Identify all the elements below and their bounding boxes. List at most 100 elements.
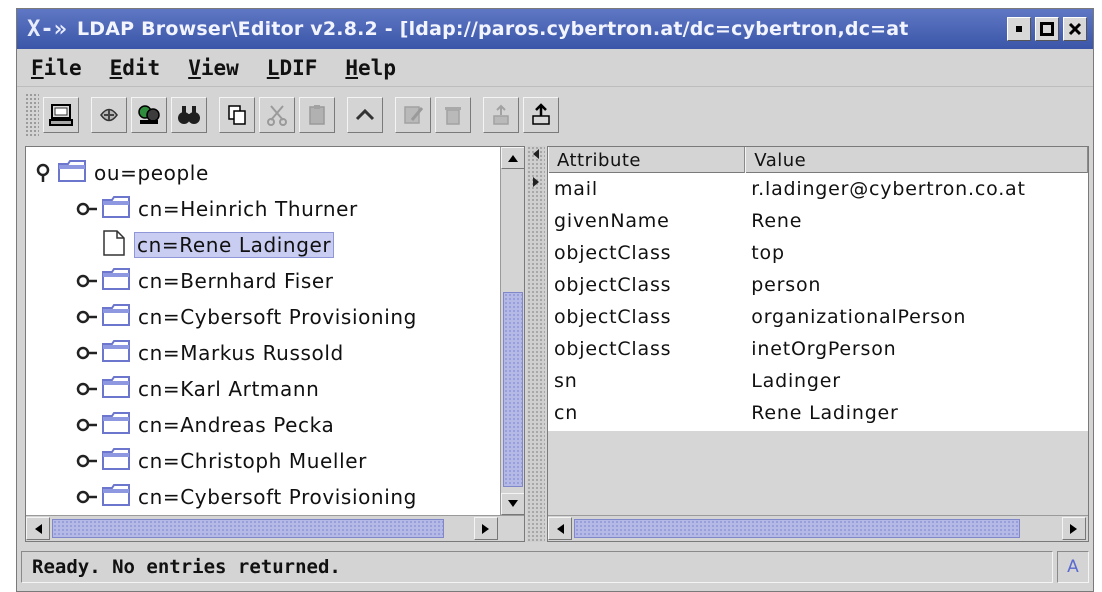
scroll-right-button[interactable]: [1062, 517, 1086, 540]
collapse-right-icon[interactable]: [531, 176, 541, 188]
collapsed-handle-icon[interactable]: [76, 306, 98, 328]
delete-icon: [445, 107, 461, 125]
value-cell: organizationalPerson: [751, 306, 967, 328]
close-icon: [1068, 22, 1082, 36]
arrow-up-icon: [508, 155, 518, 162]
attribute-cell: givenName: [554, 210, 670, 232]
copy-button[interactable]: [219, 97, 255, 133]
connect-button[interactable]: [43, 97, 79, 133]
attribute-cell: objectClass: [554, 274, 672, 296]
menu-file[interactable]: File: [31, 56, 82, 80]
status-mode-indicator: A: [1057, 551, 1089, 583]
folder-icon: [102, 195, 130, 223]
scroll-up-button[interactable]: [501, 147, 524, 169]
table-horizontal-scrollbar[interactable]: [548, 515, 1088, 541]
tree-label: cn=Cybersoft Provisioning: [138, 305, 417, 329]
menu-view[interactable]: View: [188, 56, 239, 80]
add-entry-button[interactable]: [483, 97, 519, 133]
collapse-left-icon[interactable]: [531, 148, 541, 160]
attributes-pane: Attribute Value mail r.ladinger@cybertro…: [547, 146, 1089, 542]
tree-label: cn=Heinrich Thurner: [138, 197, 358, 221]
collapsed-handle-icon[interactable]: [76, 450, 98, 472]
tree-item[interactable]: cn=Cybersoft Provisioning: [76, 479, 417, 515]
menu-ldif[interactable]: LDIF: [267, 56, 318, 80]
table-row[interactable]: givenName Rene: [548, 205, 1088, 237]
attribute-cell: objectClass: [554, 338, 672, 360]
tree-item[interactable]: cn=Christoph Mueller: [76, 443, 367, 479]
table-row[interactable]: objectClass top: [548, 237, 1088, 269]
scroll-right-button[interactable]: [474, 517, 498, 540]
collapsed-handle-icon[interactable]: [76, 378, 98, 400]
tree-item[interactable]: cn=Markus Russold: [76, 335, 344, 371]
table-row[interactable]: objectClass inetOrgPerson: [548, 333, 1088, 365]
menu-edit[interactable]: Edit: [110, 56, 161, 80]
reconnect-icon: [100, 108, 118, 122]
column-header-attribute[interactable]: Attribute: [548, 147, 746, 173]
tree-item[interactable]: cn=Karl Artmann: [76, 371, 319, 407]
collapsed-handle-icon[interactable]: [76, 270, 98, 292]
tree-item[interactable]: cn=Heinrich Thurner: [76, 191, 358, 227]
table-row[interactable]: objectClass person: [548, 269, 1088, 301]
window-title: LDAP Browser\Editor v2.8.2 - [ldap://par…: [77, 18, 909, 40]
toolbar: [17, 88, 1093, 142]
up-button[interactable]: [347, 97, 383, 133]
tree-label: cn=Andreas Pecka: [138, 413, 335, 437]
close-button[interactable]: [1063, 17, 1087, 41]
column-header-value[interactable]: Value: [745, 147, 1088, 173]
tree-vertical-scrollbar[interactable]: [500, 147, 524, 515]
x-window-icon[interactable]: X-»: [17, 9, 77, 49]
table-row[interactable]: cn Rene Ladinger: [548, 397, 1088, 429]
attribute-cell: objectClass: [554, 242, 672, 264]
folder-icon: [102, 483, 130, 511]
folder-icon: [102, 339, 130, 367]
value-cell: Rene: [751, 210, 803, 232]
value-cell: Ladinger: [751, 370, 841, 392]
cut-button[interactable]: [259, 97, 295, 133]
export-button[interactable]: [523, 97, 559, 133]
edit-icon: [404, 106, 424, 124]
tree-label: cn=Christoph Mueller: [138, 449, 367, 473]
split-divider[interactable]: [527, 146, 545, 542]
add-entry-icon: [493, 104, 509, 125]
tree-item[interactable]: cn=Cybersoft Provisioning: [76, 299, 417, 335]
table-row[interactable]: sn Ladinger: [548, 365, 1088, 397]
tree-label: cn=Rene Ladinger: [134, 232, 335, 258]
scroll-thumb[interactable]: [503, 292, 523, 487]
table-header: Attribute Value: [548, 147, 1088, 173]
collapsed-handle-icon[interactable]: [76, 486, 98, 508]
tree-horizontal-scrollbar[interactable]: [26, 515, 524, 541]
paste-button[interactable]: [299, 97, 335, 133]
edit-button[interactable]: [395, 97, 431, 133]
tree-item[interactable]: cn=Andreas Pecka: [76, 407, 334, 443]
tree-item[interactable]: cn=Bernhard Fiser: [76, 263, 334, 299]
arrow-left-icon: [557, 523, 564, 534]
toolbar-grip[interactable]: [25, 93, 39, 137]
delete-button[interactable]: [435, 97, 471, 133]
scroll-left-button[interactable]: [548, 517, 572, 540]
tree-root[interactable]: ou=people: [32, 155, 209, 191]
find-button[interactable]: [171, 97, 207, 133]
scroll-thumb[interactable]: [574, 519, 1020, 538]
table-row[interactable]: mail r.ladinger@cybertron.co.at: [548, 173, 1088, 205]
minimize-button[interactable]: [1007, 17, 1031, 41]
table-row[interactable]: objectClass organizationalPerson: [548, 301, 1088, 333]
collapsed-handle-icon[interactable]: [76, 414, 98, 436]
scroll-down-button[interactable]: [501, 493, 524, 515]
minimize-icon: [1016, 26, 1022, 32]
tree-label: ou=people: [94, 161, 209, 185]
collapsed-handle-icon[interactable]: [76, 198, 98, 220]
tree-item-selected[interactable]: cn=Rene Ladinger: [102, 227, 335, 263]
scroll-thumb[interactable]: [52, 519, 444, 538]
search-users-button[interactable]: [131, 97, 167, 133]
expanded-handle-icon[interactable]: [32, 162, 54, 184]
folder-icon: [102, 411, 130, 439]
collapsed-handle-icon[interactable]: [76, 342, 98, 364]
value-cell: top: [751, 242, 785, 264]
menu-help[interactable]: Help: [345, 56, 396, 80]
title-bar[interactable]: X-» LDAP Browser\Editor v2.8.2 - [ldap:/…: [17, 9, 1093, 49]
tree-label: cn=Markus Russold: [138, 341, 344, 365]
folder-icon: [102, 447, 130, 475]
scroll-left-button[interactable]: [26, 517, 50, 540]
reconnect-button[interactable]: [91, 97, 127, 133]
maximize-button[interactable]: [1035, 17, 1059, 41]
